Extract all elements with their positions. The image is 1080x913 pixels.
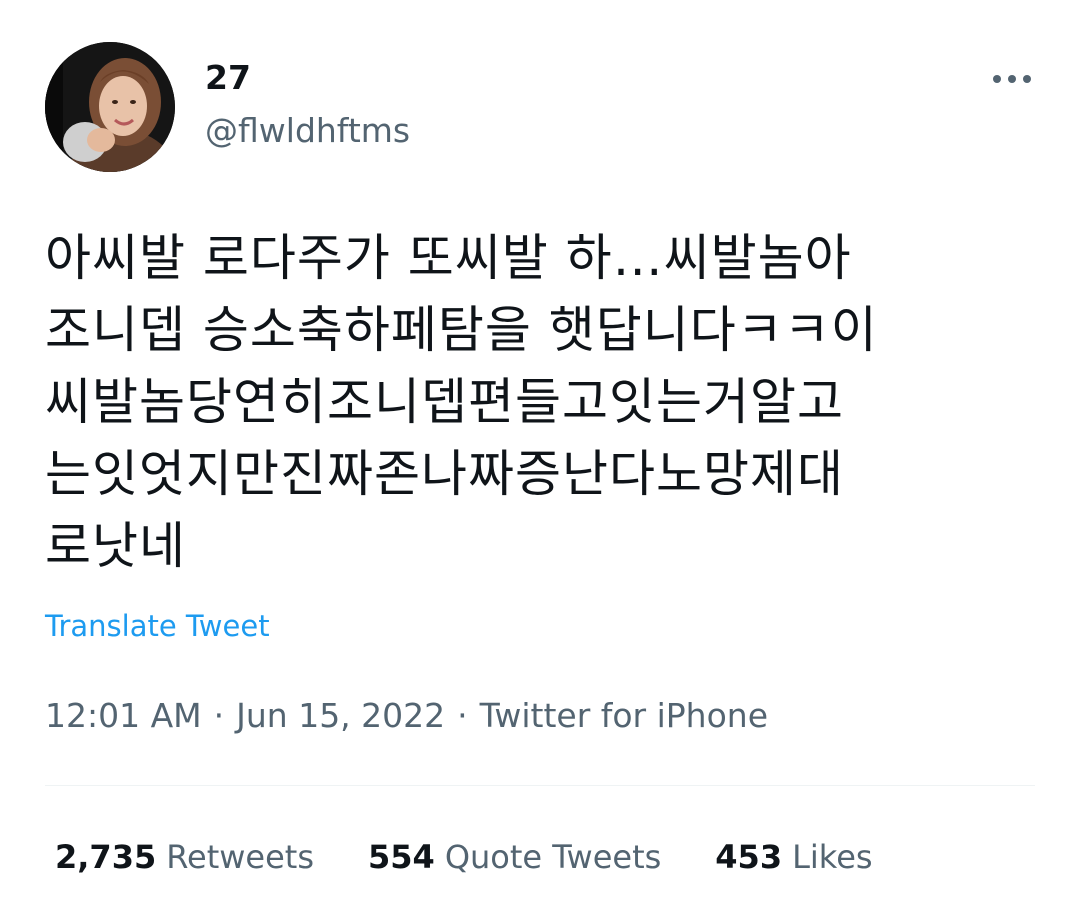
tweet-text-line: 로낫네 [45, 517, 186, 575]
tweet-meta: 12:01 AM · Jun 15, 2022 · Twitter for iPhone [45, 695, 768, 737]
translate-tweet-link[interactable]: Translate Tweet [45, 606, 270, 646]
avatar-image [45, 42, 175, 172]
likes-count: 453 [715, 838, 783, 876]
quote-tweets-count: 554 [368, 838, 435, 876]
avatar[interactable] [45, 42, 175, 172]
author-display-name[interactable]: 27 [205, 58, 251, 98]
quote-tweets-stat[interactable]: 554 Quote Tweets [368, 836, 661, 878]
tweet-text-line: 조니뎁 승소축하페탐을 햇답니다ㅋㅋ이 [45, 301, 878, 359]
tweet-stats: 2,735 Retweets 554 Quote Tweets 453 Likes [55, 836, 873, 878]
author-handle[interactable]: @flwldhftms [205, 111, 410, 151]
meta-separator: · [457, 696, 468, 735]
tweet-text-line: 씨발놈당연히조니뎁편들고잇는거알고 [45, 373, 844, 431]
tweet-time[interactable]: 12:01 AM [45, 696, 202, 735]
divider [45, 785, 1035, 786]
retweets-stat[interactable]: 2,735 Retweets [55, 836, 314, 878]
likes-label: Likes [792, 838, 873, 876]
retweets-count: 2,735 [55, 838, 157, 876]
tweet-text: 아씨발 로다주가 또씨발 하…씨발놈아 조니뎁 승소축하페탐을 햇답니다ㅋㅋ이 … [45, 222, 1035, 582]
more-options-button[interactable] [984, 62, 1040, 96]
tweet-text-line: 아씨발 로다주가 또씨발 하…씨발놈아 [45, 229, 852, 287]
likes-stat[interactable]: 453 Likes [715, 836, 872, 878]
tweet-date[interactable]: Jun 15, 2022 [236, 696, 445, 735]
tweet-text-line: 는잇엇지만진짜존나짜증난다노망제대 [45, 445, 844, 503]
meta-separator: · [213, 696, 225, 735]
retweets-label: Retweets [166, 838, 315, 876]
tweet-detail: 27 @flwldhftms 아씨발 로다주가 또씨발 하…씨발놈아 조니뎁 승… [0, 0, 1080, 913]
more-horizontal-icon [993, 75, 1031, 83]
tweet-source[interactable]: Twitter for iPhone [480, 696, 768, 735]
quote-tweets-label: Quote Tweets [444, 838, 662, 876]
